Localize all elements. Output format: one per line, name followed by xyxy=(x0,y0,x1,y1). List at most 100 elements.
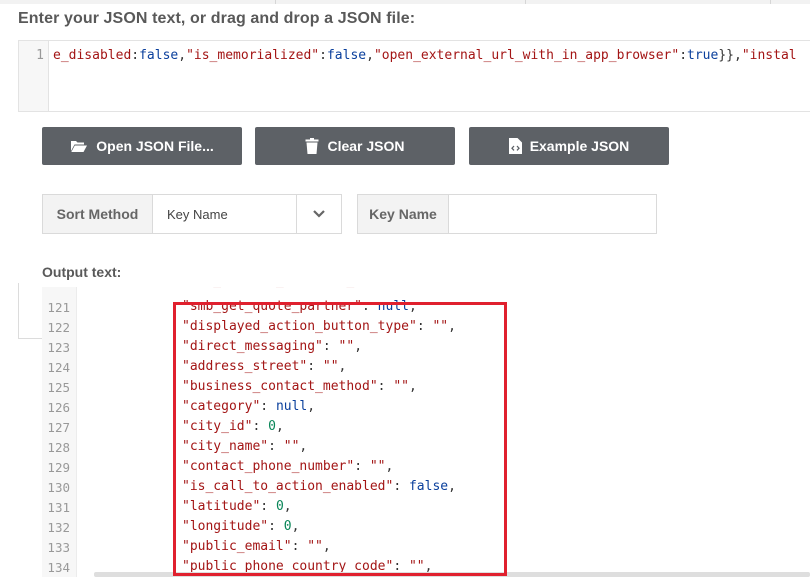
json-punct: : xyxy=(416,319,433,334)
line-number: 133 xyxy=(47,540,70,555)
json-value: 0 xyxy=(283,519,292,534)
json-value: "" xyxy=(322,359,339,374)
clear-json-label: Clear JSON xyxy=(327,138,405,154)
line-number: 130 xyxy=(47,480,70,495)
tab-divider xyxy=(770,0,771,4)
json-punct: , xyxy=(283,499,292,514)
line-number: 121 xyxy=(47,300,70,315)
code-line: "contact_phone_number": "", xyxy=(182,459,393,474)
json-key: "contact_phone_number" xyxy=(182,459,355,474)
input-token: }}, xyxy=(718,48,742,63)
json-punct: , xyxy=(299,439,308,454)
code-line: "business_contact_method": "", xyxy=(182,379,417,394)
input-token: : xyxy=(131,48,140,63)
json-punct: : xyxy=(322,339,339,354)
code-line: "category": null, xyxy=(182,399,315,414)
json-punct: , xyxy=(464,287,472,288)
output-frame-edge xyxy=(18,283,42,339)
json-key: "public_email" xyxy=(182,539,292,554)
code-line: "smb_support_delivery_partner": null, xyxy=(182,287,472,288)
line-number: 126 xyxy=(47,400,70,415)
chevron-down-icon xyxy=(313,205,325,223)
input-token: "open_external_url_with_in_app_browser" xyxy=(373,48,680,63)
json-value: "" xyxy=(338,339,355,354)
json-punct: , xyxy=(275,419,284,434)
output-title: Output text: xyxy=(42,264,122,280)
folder-open-icon xyxy=(70,139,88,153)
input-token: , xyxy=(366,48,374,63)
json-punct: : xyxy=(307,359,323,374)
line-number: 124 xyxy=(47,360,70,375)
open-json-file-label: Open JSON File... xyxy=(96,138,214,154)
line-number: 129 xyxy=(47,460,70,475)
key-name-input[interactable] xyxy=(449,195,656,233)
json-key: "city_name" xyxy=(182,439,269,454)
sort-dropdown-toggle[interactable] xyxy=(297,195,341,233)
line-number: 132 xyxy=(47,520,70,535)
json-key: "smb_support_delivery_partner" xyxy=(182,287,417,288)
input-token: "is_memorialized" xyxy=(186,48,320,63)
json-punct: : xyxy=(291,539,308,554)
code-line: "longitude": 0, xyxy=(182,519,299,534)
input-token: false xyxy=(326,48,367,63)
json-value: null xyxy=(377,299,409,314)
json-key: "displayed_action_button_type" xyxy=(182,319,417,334)
code-line: "public_email": "", xyxy=(182,539,331,554)
json-punct: : xyxy=(268,439,284,454)
input-code-line[interactable]: e_disabled:false,"is_memorialized":false… xyxy=(53,48,797,63)
json-punct: , xyxy=(322,539,331,554)
input-title: Enter your JSON text, or drag and drop a… xyxy=(18,10,416,27)
json-punct: , xyxy=(338,359,347,374)
code-line: "address_street": "", xyxy=(182,359,346,374)
input-token: true xyxy=(687,48,719,63)
json-input-editor[interactable]: 1 e_disabled:false,"is_memorialized":fal… xyxy=(18,40,810,112)
json-punct: : xyxy=(268,519,284,534)
json-punct: : xyxy=(354,459,370,474)
json-key: "city_id" xyxy=(182,419,253,434)
example-json-label: Example JSON xyxy=(529,138,630,154)
output-gutter: 121 122 123 124 125 126 127 128 129 130 131 132 133 1… xyxy=(42,287,77,577)
json-punct: , xyxy=(408,299,417,314)
clear-json-button[interactable]: Clear JSON xyxy=(255,127,455,165)
json-punct: , xyxy=(448,319,456,334)
input-token: e_disabled xyxy=(53,48,132,63)
code-line: "direct_messaging": "", xyxy=(182,339,362,354)
input-gutter: 1 xyxy=(19,41,49,111)
json-output-editor[interactable]: 121 122 123 124 125 126 127 128 129 130 131 132 133 1… xyxy=(42,287,810,577)
input-token: : xyxy=(319,48,327,63)
line-number: 134 xyxy=(47,560,70,575)
json-value: "" xyxy=(393,379,409,394)
json-punct: : xyxy=(417,287,433,288)
json-value: "" xyxy=(369,459,386,474)
json-punct: , xyxy=(307,399,316,414)
json-key: "latitude" xyxy=(182,499,261,514)
json-key: "category" xyxy=(182,399,261,414)
json-value: false xyxy=(408,479,449,494)
json-punct: , xyxy=(291,519,300,534)
trash-icon xyxy=(305,138,319,154)
example-json-button[interactable]: Example JSON xyxy=(469,127,669,165)
top-tab-strip xyxy=(0,0,810,4)
line-number: 125 xyxy=(47,380,70,395)
json-key: "address_street" xyxy=(182,359,308,374)
json-key: "direct_messaging" xyxy=(182,339,323,354)
json-value: "" xyxy=(307,539,323,554)
horizontal-scrollbar[interactable] xyxy=(94,572,810,577)
input-token: false xyxy=(139,48,179,63)
json-value: "" xyxy=(283,439,300,454)
code-line: "city_name": "", xyxy=(182,439,307,454)
code-line: "is_call_to_action_enabled": false, xyxy=(182,479,456,494)
json-key: "is_call_to_action_enabled" xyxy=(182,479,394,494)
line-number: 123 xyxy=(47,340,70,355)
input-token: "instal xyxy=(741,48,797,63)
json-punct: , xyxy=(385,459,394,474)
json-key: "smb_get_quote_partner" xyxy=(182,299,363,314)
line-number: 122 xyxy=(47,320,70,335)
sort-method-select[interactable]: Key Name xyxy=(153,195,297,233)
json-punct: : xyxy=(362,299,378,314)
json-key: "business_contact_method" xyxy=(182,379,378,394)
input-token: : xyxy=(679,48,688,63)
line-number: 128 xyxy=(47,440,70,455)
json-punct: : xyxy=(260,399,276,414)
open-json-file-button[interactable]: Open JSON File... xyxy=(42,127,242,165)
